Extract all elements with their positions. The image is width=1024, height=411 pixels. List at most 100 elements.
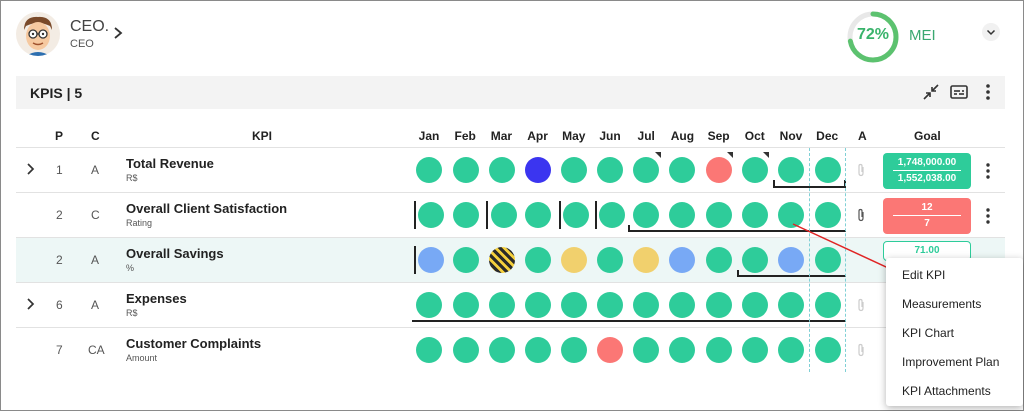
attachment-icon[interactable] — [856, 343, 866, 357]
header-dropdown-button[interactable] — [982, 23, 1000, 41]
menu-item-edit-kpi[interactable]: Edit KPI — [902, 268, 945, 282]
table-row[interactable]: 1 A Total Revenue R$ 1,748,000.00 1,552,… — [16, 148, 1005, 193]
menu-item-improvement-plan[interactable]: Improvement Plan — [902, 355, 999, 369]
month-dot-sep[interactable] — [706, 157, 732, 183]
month-dot-mar[interactable] — [489, 157, 515, 183]
month-dot-dec[interactable] — [815, 202, 841, 228]
month-dot-jun[interactable] — [597, 247, 623, 273]
header-month-oct[interactable]: Oct — [737, 129, 773, 143]
month-dot-jan[interactable] — [416, 157, 442, 183]
kpi-name[interactable]: Overall Client Satisfaction — [126, 201, 287, 216]
month-dot-oct[interactable] — [742, 157, 768, 183]
month-dot-jul[interactable] — [633, 247, 659, 273]
chevron-right-icon[interactable] — [112, 26, 124, 40]
month-dot-jan[interactable] — [418, 247, 444, 273]
header-month-nov[interactable]: Nov — [773, 129, 809, 143]
month-dot-nov[interactable] — [778, 157, 804, 183]
subtitles-icon[interactable] — [949, 82, 969, 102]
table-row[interactable]: 7 CA Customer Complaints Amount — [16, 328, 1005, 373]
month-dot-apr[interactable] — [525, 202, 551, 228]
header-month-feb[interactable]: Feb — [447, 129, 483, 143]
month-dot-jan[interactable] — [416, 337, 442, 363]
menu-item-kpi-attachments[interactable]: KPI Attachments — [902, 384, 991, 398]
month-dot-jul[interactable] — [633, 202, 659, 228]
attachment-icon[interactable] — [856, 208, 866, 222]
month-dot-nov[interactable] — [778, 337, 804, 363]
month-dot-sep[interactable] — [706, 202, 732, 228]
header-c[interactable]: C — [91, 129, 100, 143]
header-a[interactable]: A — [858, 129, 867, 143]
month-dot-dec[interactable] — [815, 247, 841, 273]
month-dot-jul[interactable] — [633, 292, 659, 318]
month-dot-jun[interactable] — [597, 157, 623, 183]
month-dot-mar[interactable] — [491, 202, 517, 228]
kpi-name[interactable]: Total Revenue — [126, 156, 214, 171]
month-dot-apr[interactable] — [525, 157, 551, 183]
month-dot-dec[interactable] — [815, 337, 841, 363]
month-dot-apr[interactable] — [525, 337, 551, 363]
header-month-jan[interactable]: Jan — [411, 129, 447, 143]
more-vert-icon[interactable] — [984, 207, 992, 225]
month-dot-jul[interactable] — [633, 157, 659, 183]
avatar[interactable] — [16, 12, 60, 56]
more-vert-icon[interactable] — [984, 162, 992, 180]
header-month-sep[interactable]: Sep — [701, 129, 737, 143]
table-row[interactable]: 2 C Overall Client Satisfaction Rating 1… — [16, 193, 1005, 238]
header-p[interactable]: P — [55, 129, 63, 143]
month-dot-apr[interactable] — [525, 292, 551, 318]
month-dot-nov[interactable] — [778, 202, 804, 228]
month-dot-mar[interactable] — [489, 337, 515, 363]
header-month-dec[interactable]: Dec — [809, 129, 845, 143]
month-dot-jan[interactable] — [416, 292, 442, 318]
month-dot-jun[interactable] — [597, 337, 623, 363]
menu-item-kpi-chart[interactable]: KPI Chart — [902, 326, 954, 340]
table-row[interactable]: 2 A Overall Savings % 71.00 — [16, 238, 1005, 283]
menu-item-measurements[interactable]: Measurements — [902, 297, 981, 311]
table-row[interactable]: 6 A Expenses R$ — [16, 283, 1005, 328]
month-dot-feb[interactable] — [453, 337, 479, 363]
goal-badge[interactable]: 12 7 — [883, 198, 971, 234]
header-kpi[interactable]: KPI — [252, 129, 272, 143]
month-dot-may[interactable] — [561, 157, 587, 183]
month-dot-aug[interactable] — [669, 337, 695, 363]
month-dot-oct[interactable] — [742, 337, 768, 363]
month-dot-aug[interactable] — [669, 202, 695, 228]
month-dot-oct[interactable] — [742, 247, 768, 273]
kpi-name[interactable]: Overall Savings — [126, 246, 224, 261]
header-month-mar[interactable]: Mar — [483, 129, 519, 143]
month-dot-jun[interactable] — [597, 292, 623, 318]
month-dot-dec[interactable] — [815, 292, 841, 318]
month-dot-feb[interactable] — [453, 157, 479, 183]
month-dot-feb[interactable] — [453, 292, 479, 318]
header-month-jun[interactable]: Jun — [592, 129, 628, 143]
month-dot-apr[interactable] — [525, 247, 551, 273]
month-dot-aug[interactable] — [669, 157, 695, 183]
more-vert-icon[interactable] — [978, 82, 998, 102]
attachment-icon[interactable] — [856, 163, 866, 177]
header-month-aug[interactable]: Aug — [664, 129, 700, 143]
month-dot-aug[interactable] — [669, 247, 695, 273]
header-month-may[interactable]: May — [556, 129, 592, 143]
attachment-icon[interactable] — [856, 298, 866, 312]
month-dot-dec[interactable] — [815, 157, 841, 183]
header-goal[interactable]: Goal — [914, 129, 941, 143]
month-dot-oct[interactable] — [742, 202, 768, 228]
month-dot-may[interactable] — [561, 337, 587, 363]
month-dot-mar[interactable] — [489, 247, 515, 273]
month-dot-aug[interactable] — [669, 292, 695, 318]
header-month-apr[interactable]: Apr — [520, 129, 556, 143]
month-dot-sep[interactable] — [706, 292, 732, 318]
month-dot-mar[interactable] — [489, 292, 515, 318]
month-dot-may[interactable] — [561, 292, 587, 318]
header-month-jul[interactable]: Jul — [628, 129, 664, 143]
month-dot-may[interactable] — [561, 247, 587, 273]
kpi-name[interactable]: Customer Complaints — [126, 336, 261, 351]
month-dot-jun[interactable] — [599, 202, 625, 228]
chevron-right-icon[interactable] — [26, 163, 36, 175]
goal-badge[interactable]: 1,748,000.00 1,552,038.00 — [883, 153, 971, 189]
month-dot-jan[interactable] — [418, 202, 444, 228]
month-dot-nov[interactable] — [778, 247, 804, 273]
month-dot-feb[interactable] — [453, 202, 479, 228]
month-dot-jul[interactable] — [633, 337, 659, 363]
month-dot-sep[interactable] — [706, 337, 732, 363]
